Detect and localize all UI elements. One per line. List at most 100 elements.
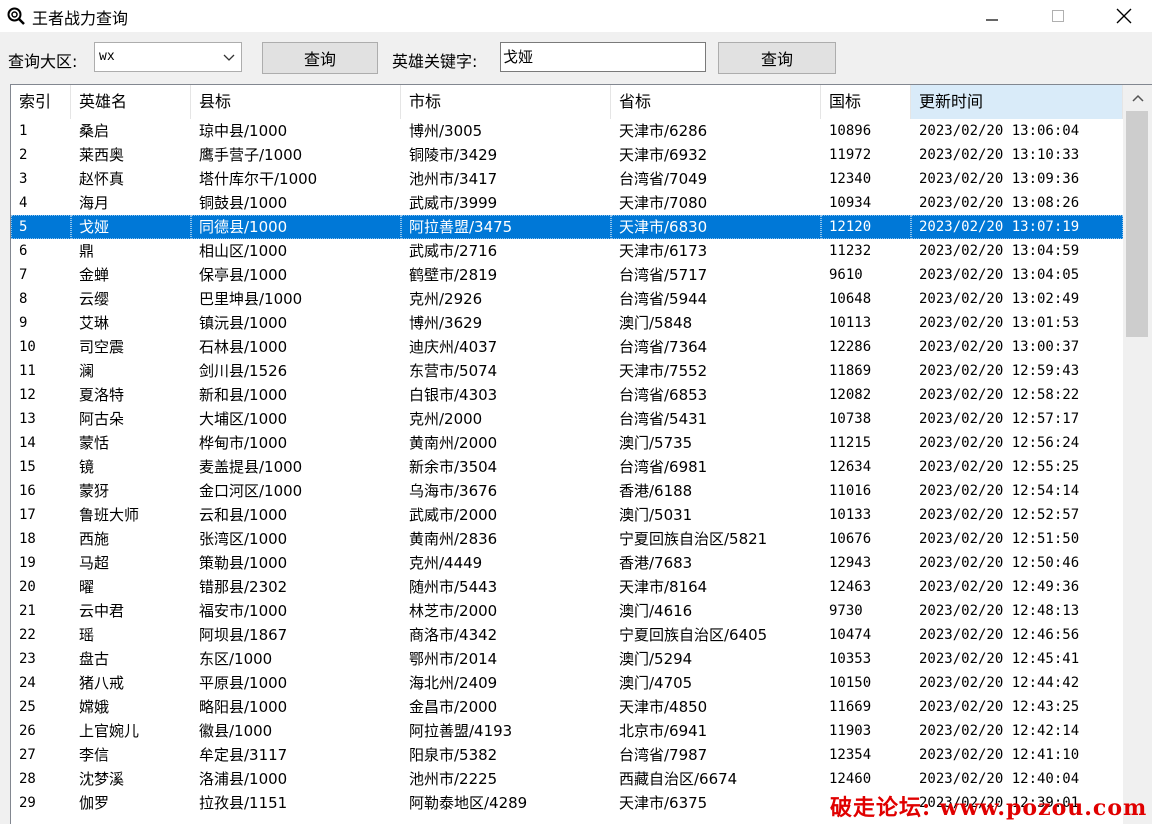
table-cell: 2023/02/20 12:58:22 [919,387,1080,403]
table-cell: 12120 [821,215,911,239]
close-icon [1116,8,1132,24]
table-cell: 镇沅县/1000 [199,314,288,332]
table-cell: 16 [19,483,36,499]
table-cell: 金蝉 [79,266,110,284]
table-cell: 洛浦县/1000 [199,770,288,788]
table-row[interactable]: 6 鼎 相山区/1000 武威市/2716 天津市/6173 11232 2023/02/2… [11,239,1123,263]
table-cell: 天津市/7552 [619,362,708,380]
title-bar: 王者战力查询 [0,0,1152,32]
column-header[interactable]: 英雄名 [71,85,191,119]
table-cell: 宁夏回族自治区/5821 [619,530,768,548]
table-row[interactable]: 27 李信 牟定县/3117 阳泉市/5382 台湾省/7987 12354 2023/02… [11,743,1123,767]
column-header[interactable]: 国标 [821,85,911,119]
table-row[interactable]: 2 莱西奥 鹰手营子/1000 铜陵市/3429 天津市/6932 11972 2023/0… [11,143,1123,167]
table-row[interactable]: 7 金蝉 保亭县/1000 鹤壁市/2819 台湾省/5717 9610 2023/02/2… [11,263,1123,287]
table-row[interactable]: 12 夏洛特 新和县/1000 白银市/4303 台湾省/6853 12082 2023/0… [11,383,1123,407]
table-cell: 赵怀真 [79,170,125,188]
hero-keyword-input[interactable]: 戈娅 [500,42,706,72]
column-header[interactable]: 市标 [401,85,611,119]
watermark: 破走论坛: www.pozou.com [830,795,1148,821]
table-row[interactable]: 8 云缨 巴里坤县/1000 克州/2926 台湾省/5944 10648 2023/02/… [11,287,1123,311]
table-cell: 20 [19,579,36,595]
table-cell: 天津市/4850 [619,698,708,716]
table-row[interactable]: 16 蒙犽 金口河区/1000 乌海市/3676 香港/6188 11016 2023/02… [11,479,1123,503]
table-row[interactable]: 20 曜 错那县/2302 随州市/5443 天津市/8164 12463 2023/02/… [11,575,1123,599]
table-row[interactable]: 1 桑启 琼中县/1000 博州/3005 天津市/6286 10896 2023/02/2… [11,119,1123,143]
close-button[interactable] [1102,0,1146,32]
table-row[interactable]: 11 澜 剑川县/1526 东营市/5074 天津市/7552 11869 2023/02/… [11,359,1123,383]
table-row[interactable]: 23 盘古 东区/1000 鄂州市/2014 澳门/5294 10353 2023/02/2… [11,647,1123,671]
table-cell: 29 [19,795,36,811]
table-cell: 2023/02/20 13:04:05 [919,267,1080,283]
table-row[interactable]: 26 上官婉儿 徽县/1000 阿拉善盟/4193 北京市/6941 11903 2023/… [11,719,1123,743]
table-cell: 台湾省/7987 [619,746,708,764]
table-cell: 东区/1000 [199,650,273,668]
table-cell: 莱西奥 [79,146,125,164]
table-cell: 艾琳 [79,314,110,332]
table-row[interactable]: 19 马超 策勒县/1000 克州/4449 香港/7683 12943 2023/02/2… [11,551,1123,575]
maximize-button[interactable] [1036,0,1080,32]
region-label: 查询大区: [8,52,78,71]
table-cell: 天津市/6286 [619,122,708,140]
table-row[interactable]: 18 西施 张湾区/1000 黄南州/2836 宁夏回族自治区/5821 10676 202… [11,527,1123,551]
table-cell: 澳门/5294 [619,650,693,668]
table-cell: 1 [19,123,28,139]
table-cell: 蒙犽 [79,482,110,500]
table-cell: 10113 [829,315,872,331]
hero-query-button[interactable]: 查询 [718,42,836,74]
table-cell: 克州/2926 [409,290,483,308]
table-cell: 台湾省/6853 [619,386,708,404]
table-cell: 戈娅 [71,215,191,239]
table-cell: 博州/3005 [409,122,483,140]
table-row[interactable]: 13 阿古朵 大埔区/1000 克州/2000 台湾省/5431 10738 2023/02… [11,407,1123,431]
table-row[interactable]: 17 鲁班大师 云和县/1000 武威市/2000 澳门/5031 10133 2023/0… [11,503,1123,527]
table-cell: 2023/02/20 12:55:25 [919,459,1080,475]
table-cell: 石林县/1000 [199,338,288,356]
table-cell: 阿拉善盟/4193 [409,722,513,740]
table-cell: 云中君 [79,602,125,620]
column-header[interactable]: 省标 [611,85,821,119]
scrollbar-thumb[interactable] [1126,111,1148,337]
region-query-button[interactable]: 查询 [262,42,378,74]
results-listview[interactable]: 索引 英雄名 县标 市标 省标 国标 更新时间 1 桑启 琼中县/1000 博州/3005 天津市/… [10,84,1152,824]
region-select[interactable]: wx [94,42,242,72]
table-cell: 台湾省/5944 [619,290,708,308]
table-cell: 17 [19,507,36,523]
table-cell: 瑶 [79,626,95,644]
column-header[interactable]: 更新时间 [911,85,1123,119]
table-cell: 10896 [829,123,872,139]
table-row[interactable]: 9 艾琳 镇沅县/1000 博州/3629 澳门/5848 10113 2023/02/20… [11,311,1123,335]
table-row[interactable]: 10 司空震 石林县/1000 迪庆州/4037 台湾省/7364 12286 2023/0… [11,335,1123,359]
table-row[interactable]: 21 云中君 福安市/1000 林芝市/2000 澳门/4616 9730 2023/02/… [11,599,1123,623]
table-row[interactable]: 22 瑶 阿坝县/1867 商洛市/4342 宁夏回族自治区/6405 10474 2023… [11,623,1123,647]
table-cell: 云和县/1000 [199,506,288,524]
table-cell: 15 [19,459,36,475]
table-cell: 新和县/1000 [199,386,288,404]
table-cell: 10150 [829,675,872,691]
table-cell: 10676 [829,531,872,547]
table-row[interactable]: 28 沈梦溪 洛浦县/1000 池州市/2225 西藏自治区/6674 12460 2023… [11,767,1123,791]
minimize-button[interactable] [970,0,1014,32]
table-cell: 迪庆州/4037 [409,338,498,356]
column-header[interactable]: 县标 [191,85,401,119]
table-row[interactable]: 3 赵怀真 塔什库尔干/1000 池州市/3417 台湾省/7049 12340 2023/… [11,167,1123,191]
table-row[interactable]: 4 海月 铜鼓县/1000 武威市/3999 天津市/7080 10934 2023/02/… [11,191,1123,215]
table-cell: 武威市/2000 [409,506,498,524]
table-row[interactable]: 24 猪八戒 平原县/1000 海北州/2409 澳门/4705 10150 2023/02… [11,671,1123,695]
table-row[interactable]: 15 镜 麦盖提县/1000 新余市/3504 台湾省/6981 12634 2023/02… [11,455,1123,479]
table-cell: 拉孜县/1151 [199,794,288,812]
table-row[interactable]: 25 嫦娥 略阳县/1000 金昌市/2000 天津市/4850 11669 2023/02… [11,695,1123,719]
table-row[interactable]: 14 蒙恬 桦甸市/1000 黄南州/2000 澳门/5735 11215 2023/02/… [11,431,1123,455]
table-cell: 澳门/4616 [619,602,693,620]
table-cell: 桦甸市/1000 [199,434,288,452]
table-cell: 10738 [829,411,872,427]
vertical-scrollbar[interactable] [1123,85,1152,824]
table-cell: 铜鼓县/1000 [199,194,288,212]
scroll-up-button[interactable] [1123,85,1152,111]
table-cell: 9 [19,315,28,331]
column-header[interactable]: 索引 [11,85,71,119]
table-row[interactable]: 5 戈娅 同德县/1000 阿拉善盟/3475 天津市/6830 12120 2023/02… [11,215,1123,239]
table-cell: 2023/02/20 12:43:25 [919,699,1080,715]
table-cell: 13 [19,411,36,427]
table-cell: 8 [19,291,28,307]
